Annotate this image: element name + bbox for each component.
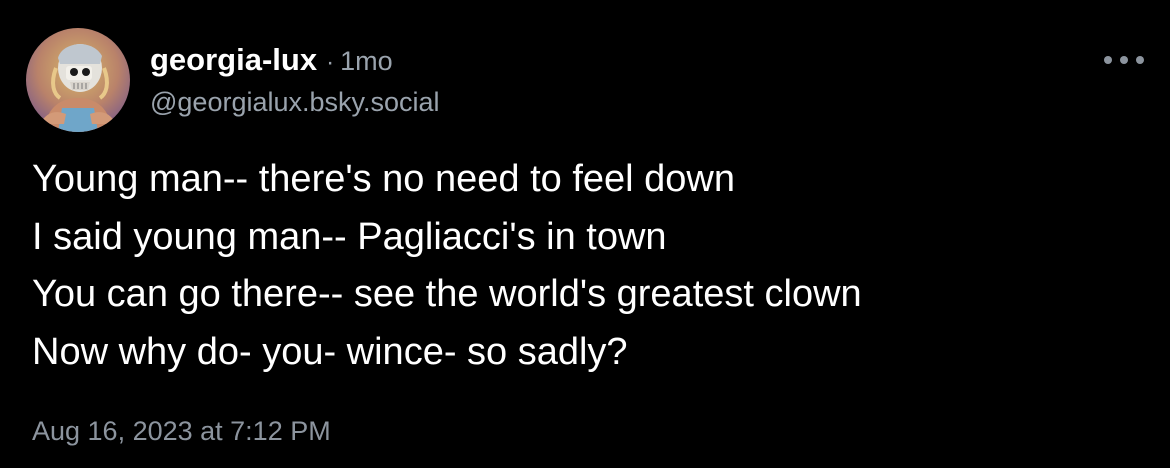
more-options-button[interactable] xyxy=(1104,46,1144,74)
post-timestamp: Aug 16, 2023 at 7:12 PM xyxy=(32,416,331,446)
ellipsis-icon xyxy=(1136,56,1144,64)
post-text: Young man-- there's no need to feel down… xyxy=(32,151,1132,381)
avatar-image xyxy=(26,28,130,132)
separator-dot: · xyxy=(326,49,335,76)
author-handle[interactable]: @georgialux.bsky.social xyxy=(150,85,440,119)
ellipsis-icon xyxy=(1104,56,1112,64)
post-text-line: You can go there-- see the world's great… xyxy=(32,273,862,315)
post-card: georgia-lux · 1mo @georgialux.bsky.socia… xyxy=(0,0,1170,468)
post-header: georgia-lux · 1mo xyxy=(150,40,393,80)
author-display-name[interactable]: georgia-lux xyxy=(150,40,317,80)
avatar[interactable] xyxy=(26,28,130,132)
post-text-line: Young man-- there's no need to feel down xyxy=(32,158,735,200)
post-text-line: Now why do- you- wince- so sadly? xyxy=(32,330,628,373)
relative-time[interactable]: 1mo xyxy=(340,46,393,77)
ellipsis-icon xyxy=(1120,56,1128,64)
post-text-line: I said young man-- Pagliacci's in town xyxy=(32,215,667,258)
